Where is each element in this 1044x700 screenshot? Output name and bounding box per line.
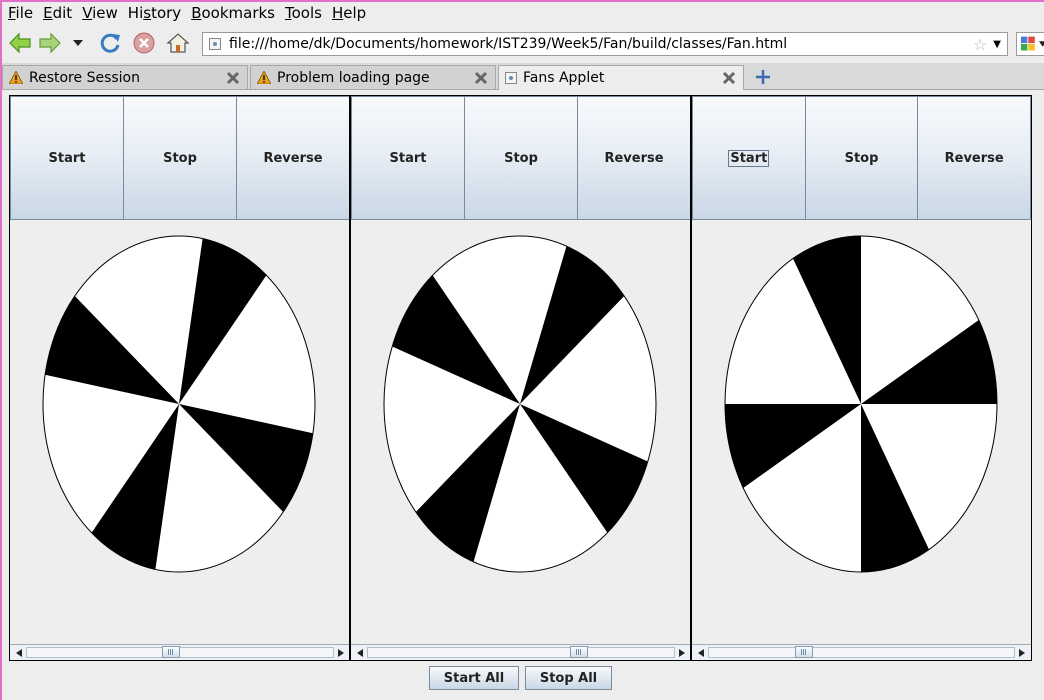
speed-scrollbar[interactable] <box>692 644 1031 660</box>
window-border-left <box>0 0 2 700</box>
tab-label: Fans Applet <box>523 70 605 86</box>
back-arrow-icon <box>9 32 31 54</box>
scroll-right-icon[interactable] <box>675 645 689 660</box>
page-icon <box>505 72 517 84</box>
url-bar[interactable]: file:///home/dk/Documents/homework/IST23… <box>202 32 1008 56</box>
menu-file[interactable]: File <box>2 2 38 24</box>
tab-strip: Restore Session Problem loading page Fan… <box>2 63 1044 90</box>
stop-button[interactable]: Stop <box>805 96 919 220</box>
start-button[interactable]: Start <box>351 96 465 220</box>
back-button[interactable] <box>6 29 34 57</box>
fan-panel-3: Start Stop Reverse <box>690 96 1032 660</box>
forward-arrow-icon <box>39 32 61 54</box>
speed-scrollbar[interactable] <box>351 644 691 660</box>
bookmark-star-icon[interactable]: ☆ <box>973 35 987 54</box>
reverse-button[interactable]: Reverse <box>918 96 1032 220</box>
tab-problem-loading[interactable]: Problem loading page <box>250 65 496 89</box>
history-dropdown-button[interactable] <box>68 29 88 57</box>
scroll-right-icon[interactable] <box>334 645 348 660</box>
search-engine-dropdown-icon[interactable] <box>1038 41 1044 47</box>
stop-button[interactable]: Stop <box>465 96 578 220</box>
google-icon <box>1020 36 1035 51</box>
plus-icon <box>756 70 770 84</box>
scroll-right-icon[interactable] <box>1015 645 1029 660</box>
tab-fans-applet[interactable]: Fans Applet <box>498 65 744 90</box>
stop-loading-button[interactable] <box>130 29 158 57</box>
fan-controls: Start Stop Reverse <box>351 96 691 220</box>
warning-icon <box>257 71 271 84</box>
fan-canvas <box>383 235 657 573</box>
tab-label: Problem loading page <box>277 69 430 86</box>
url-text[interactable]: file:///home/dk/Documents/homework/IST23… <box>229 36 973 52</box>
start-button[interactable]: Start <box>10 96 124 220</box>
stop-all-button[interactable]: Stop All <box>525 666 612 690</box>
menu-edit[interactable]: Edit <box>38 2 77 24</box>
scroll-thumb[interactable] <box>570 646 588 658</box>
stop-icon <box>133 32 155 54</box>
reverse-button[interactable]: Reverse <box>237 96 350 220</box>
home-button[interactable] <box>164 29 192 57</box>
menu-view[interactable]: View <box>77 2 123 24</box>
new-tab-button[interactable] <box>754 68 772 86</box>
scroll-left-icon[interactable] <box>694 645 708 660</box>
fans-applet: Start Stop Reverse Start Stop Reverse St… <box>9 95 1032 661</box>
menu-help[interactable]: Help <box>327 2 371 24</box>
url-dropdown-icon[interactable]: ▼ <box>993 39 1001 50</box>
scroll-track[interactable] <box>708 647 1015 658</box>
search-box[interactable] <box>1016 32 1044 56</box>
tab-label: Restore Session <box>29 69 140 86</box>
close-tab-icon[interactable] <box>225 70 241 86</box>
reload-button[interactable] <box>96 29 124 57</box>
menu-tools[interactable]: Tools <box>280 2 327 24</box>
fan-panel-2: Start Stop Reverse <box>349 96 691 660</box>
close-tab-icon[interactable] <box>721 70 737 86</box>
tab-restore-session[interactable]: Restore Session <box>2 65 248 89</box>
scroll-left-icon[interactable] <box>353 645 367 660</box>
fan-controls: Start Stop Reverse <box>692 96 1032 220</box>
scroll-thumb[interactable] <box>794 646 813 658</box>
close-tab-icon[interactable] <box>473 70 489 86</box>
fan-panel-1: Start Stop Reverse <box>10 96 350 660</box>
forward-button[interactable] <box>36 29 64 57</box>
home-icon <box>166 33 190 53</box>
fan-canvas <box>42 235 316 573</box>
page-icon <box>209 38 221 50</box>
stop-button[interactable]: Stop <box>124 96 237 220</box>
speed-scrollbar[interactable] <box>10 644 350 660</box>
scroll-left-icon[interactable] <box>12 645 26 660</box>
start-button[interactable]: Start <box>692 96 806 220</box>
menu-history[interactable]: History <box>123 2 186 24</box>
reverse-button[interactable]: Reverse <box>578 96 691 220</box>
fan-controls: Start Stop Reverse <box>10 96 350 220</box>
menu-bookmarks[interactable]: Bookmarks <box>186 2 280 24</box>
reload-icon <box>100 33 120 53</box>
scroll-thumb[interactable] <box>162 646 181 658</box>
fan-canvas <box>724 235 998 573</box>
menubar: File Edit View History Bookmarks Tools H… <box>2 2 1044 24</box>
start-all-button[interactable]: Start All <box>429 666 519 690</box>
navigation-toolbar: file:///home/dk/Documents/homework/IST23… <box>2 25 1044 61</box>
chevron-down-icon <box>73 40 83 46</box>
scroll-track[interactable] <box>367 647 675 658</box>
warning-icon <box>9 71 23 84</box>
